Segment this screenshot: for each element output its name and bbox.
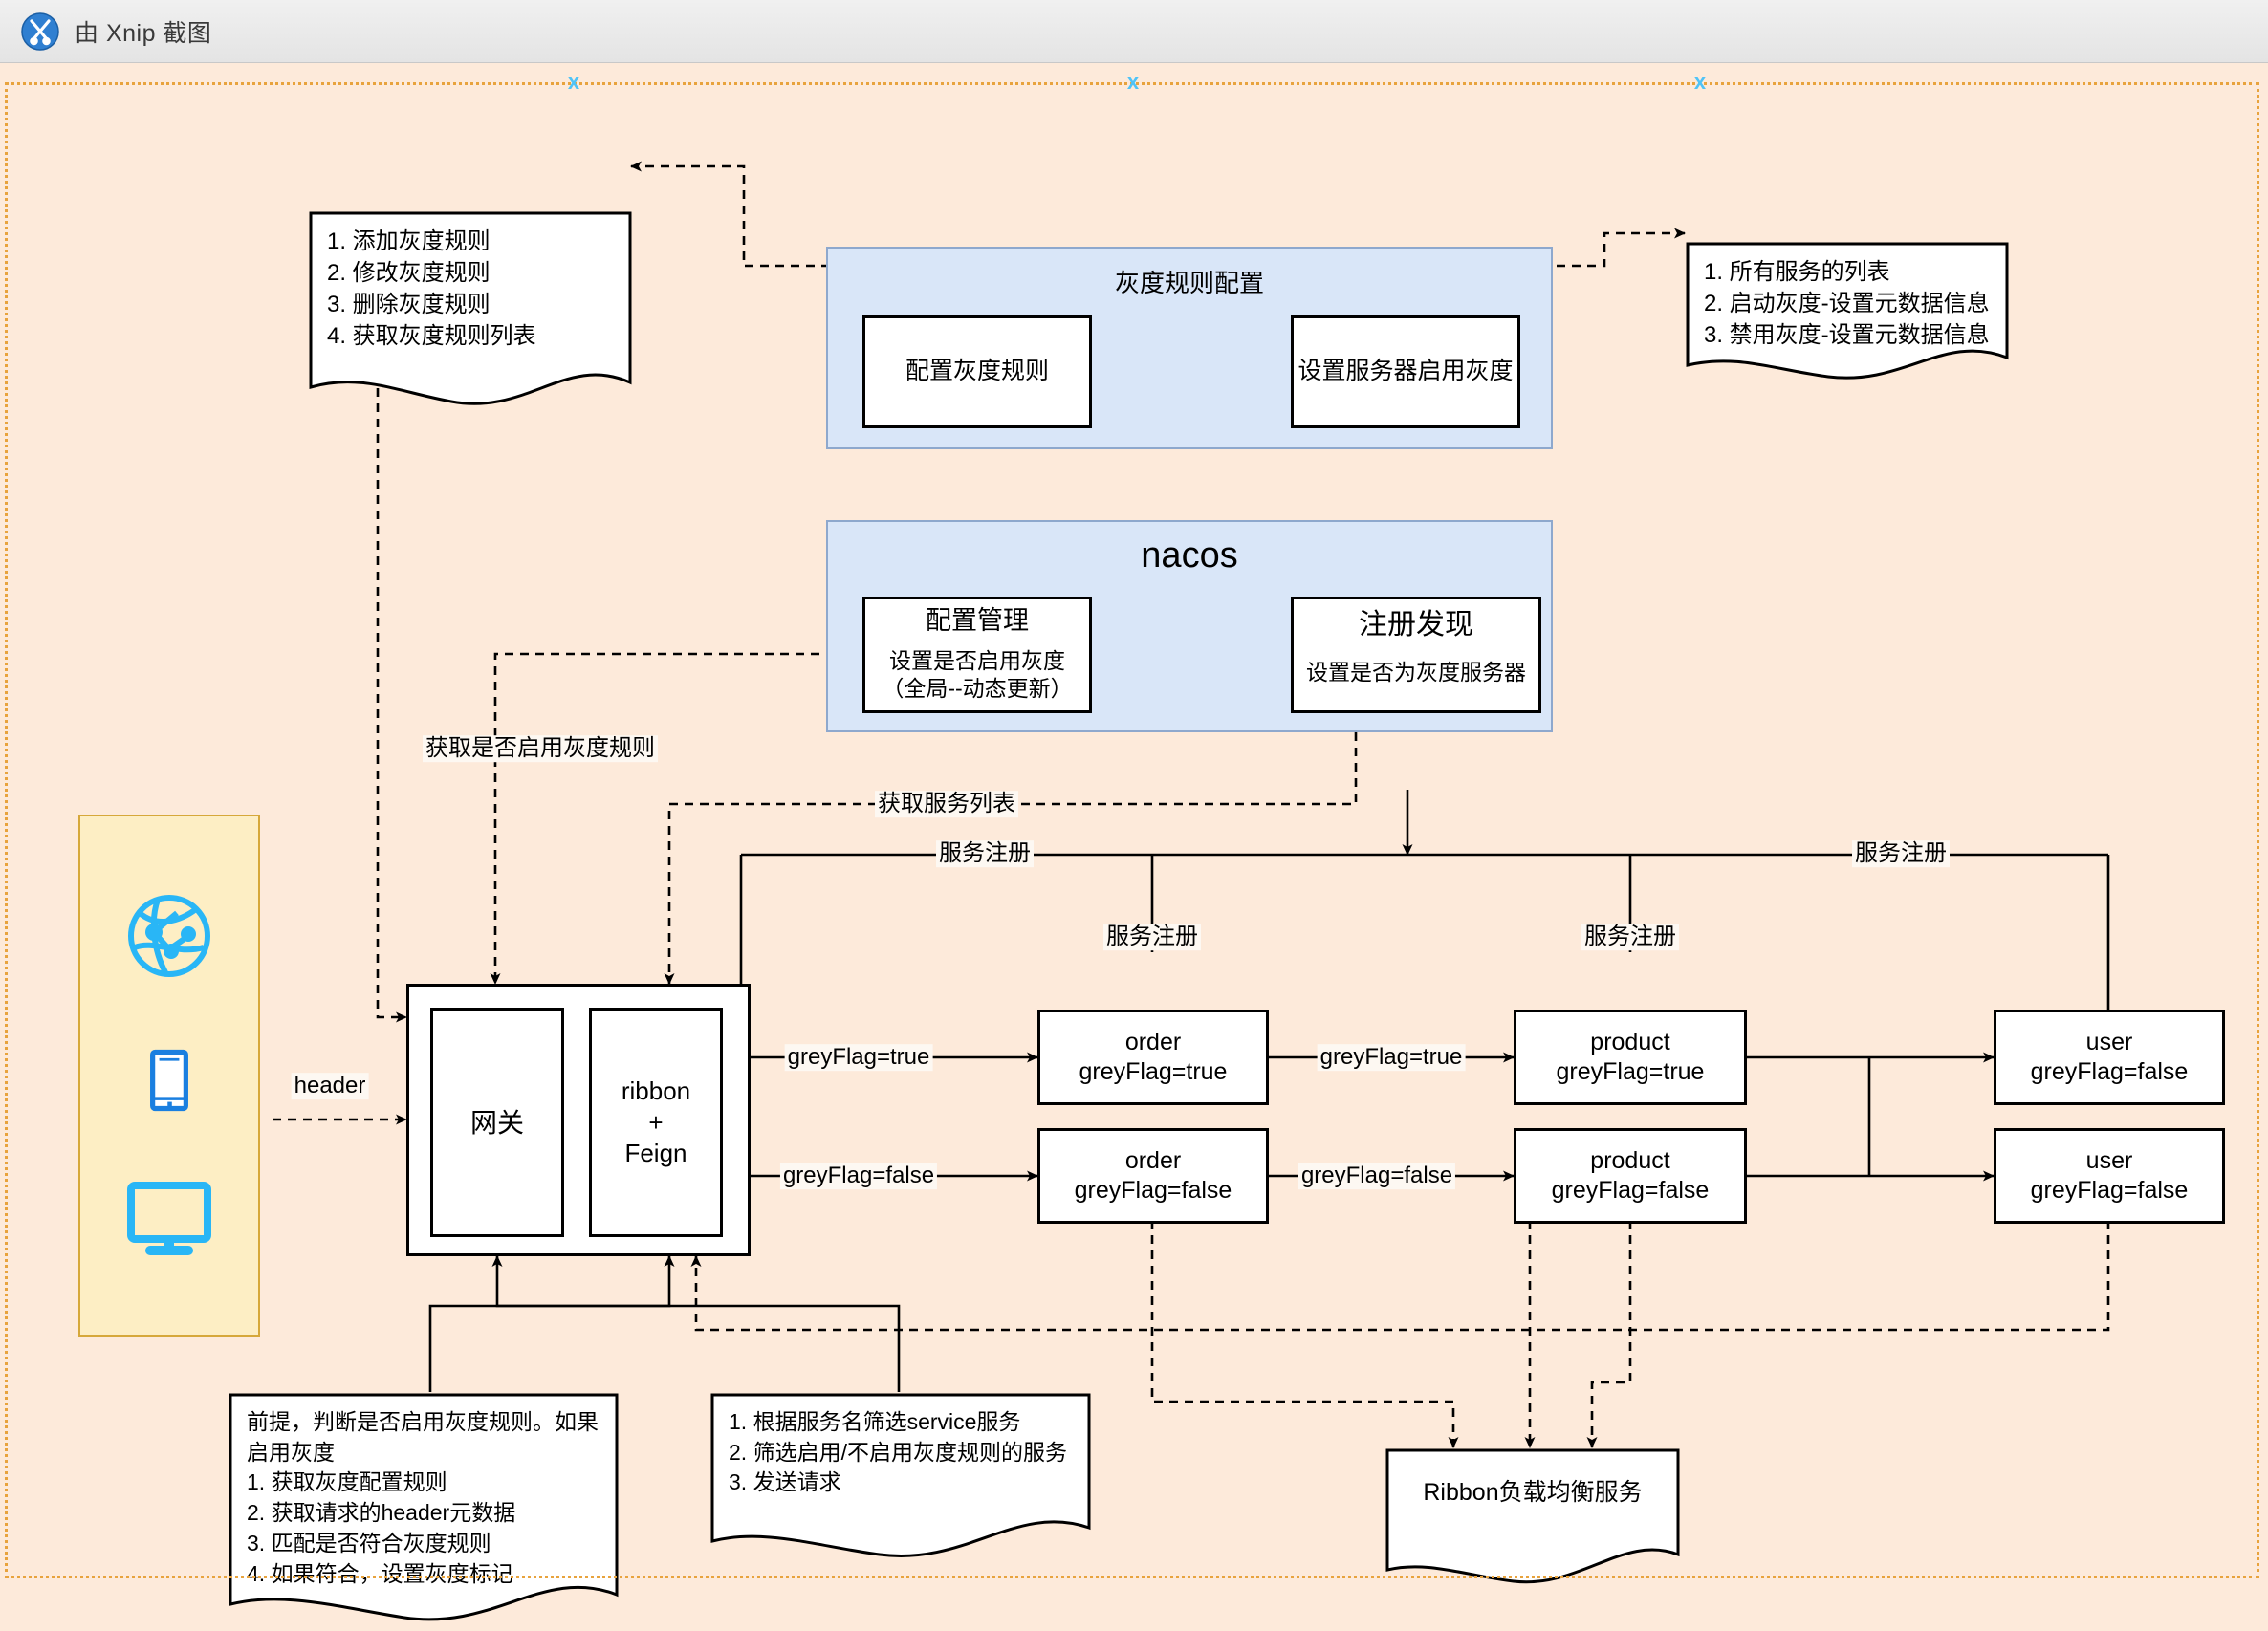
service-order-grey-name: order: [1124, 1028, 1182, 1055]
gateway-box[interactable]: 网关: [430, 1008, 564, 1237]
edge-label-grey-true-2: greyFlag=true: [1317, 1044, 1466, 1071]
edge-label-grey-true-1: greyFlag=true: [784, 1044, 933, 1071]
note-service-meta-ops: 1. 所有服务的列表 2. 启动灰度-设置元数据信息 3. 禁用灰度-设置元数据…: [1685, 241, 2010, 384]
note-ribbon-logic-text: 1. 根据服务名筛选service服务 2. 筛选启用/不启用灰度规则的服务 3…: [729, 1409, 1067, 1495]
note-gateway-logic: 前提，判断是否启用灰度规则。如果 启用灰度 1. 获取灰度配置规则 2. 获取请…: [228, 1392, 620, 1631]
gateway-container[interactable]: 网关 ribbon + Feign: [406, 984, 751, 1256]
client-devices-panel[interactable]: [78, 815, 260, 1337]
desktop-monitor-icon: [125, 1180, 213, 1261]
service-order-normal-flag: greyFlag=false: [1074, 1177, 1232, 1204]
service-product-normal-name: product: [1590, 1146, 1670, 1174]
edge-label-get-grey-enabled: 获取是否启用灰度规则: [423, 735, 658, 762]
note-service-meta-ops-text: 1. 所有服务的列表 2. 启动灰度-设置元数据信息 3. 禁用灰度-设置元数据…: [1704, 259, 1990, 349]
edge-label-get-service-list: 获取服务列表: [875, 791, 1018, 817]
note-ribbon-logic: 1. 根据服务名筛选service服务 2. 筛选启用/不启用灰度规则的服务 3…: [709, 1392, 1092, 1564]
service-product-normal[interactable]: product greyFlag=false: [1514, 1128, 1747, 1224]
box-config-management-sub: 设置是否启用灰度 （全局--动态更新）: [882, 647, 1073, 701]
service-order-normal-name: order: [1124, 1146, 1182, 1174]
service-product-grey-flag: greyFlag=true: [1556, 1058, 1705, 1085]
box-enable-server-grey[interactable]: 设置服务器启用灰度: [1291, 315, 1520, 428]
edge-label-register-4: 服务注册: [1852, 840, 1950, 867]
service-order-grey[interactable]: order greyFlag=true: [1037, 1010, 1269, 1105]
note-gateway-logic-text: 前提，判断是否启用灰度规则。如果 启用灰度 1. 获取灰度配置规则 2. 获取请…: [247, 1409, 599, 1586]
box-config-management[interactable]: 配置管理 设置是否启用灰度 （全局--动态更新）: [862, 597, 1092, 713]
box-registry-discovery[interactable]: 注册发现 设置是否为灰度服务器: [1291, 597, 1541, 713]
edge-label-grey-false-2: greyFlag=false: [1298, 1163, 1456, 1189]
mobile-phone-icon: [149, 1049, 189, 1117]
diagram-canvas[interactable]: note1 (dashed, leftwards) --> note2 (das…: [0, 63, 2268, 1621]
box-registry-discovery-sub: 设置是否为灰度服务器: [1306, 659, 1526, 685]
service-user-normal-name: user: [2085, 1146, 2133, 1174]
box-config-grey-rule[interactable]: 配置灰度规则: [862, 315, 1092, 428]
box-registry-discovery-title: 注册发现: [1359, 609, 1473, 641]
group-nacos[interactable]: nacos 配置管理 设置是否启用灰度 （全局--动态更新） 注册发现 设置是否…: [826, 520, 1553, 732]
box-config-management-title: 配置管理: [926, 606, 1029, 635]
window-title: 由 Xnip 截图: [75, 19, 212, 47]
group-nacos-title: nacos: [1141, 535, 1238, 576]
note-grey-rule-ops-text: 1. 添加灰度规则 2. 修改灰度规则 3. 删除灰度规则 4. 获取灰度规则列…: [327, 228, 536, 350]
edge-label-register-1: 服务注册: [936, 840, 1034, 867]
service-user-grey-flag: greyFlag=false: [2030, 1058, 2189, 1085]
note-grey-rule-ops: 1. 添加灰度规则 2. 修改灰度规则 3. 删除灰度规则 4. 获取灰度规则列…: [308, 210, 633, 411]
ribbon-feign-box[interactable]: ribbon + Feign: [589, 1008, 723, 1237]
edge-label-header: header: [291, 1073, 369, 1099]
group-grey-rule-config[interactable]: 灰度规则配置 配置灰度规则 设置服务器启用灰度: [826, 247, 1553, 449]
xnip-scissors-icon: [21, 11, 59, 51]
edge-label-grey-false-1: greyFlag=false: [779, 1163, 938, 1189]
service-order-grey-flag: greyFlag=true: [1079, 1058, 1228, 1085]
service-user-normal[interactable]: user greyFlag=false: [1994, 1128, 2225, 1224]
edge-label-register-2: 服务注册: [1103, 924, 1201, 950]
note-ribbon-load-balancer-text: Ribbon负载均衡服务: [1423, 1479, 1643, 1506]
edge-label-register-3: 服务注册: [1581, 924, 1679, 950]
service-product-grey[interactable]: product greyFlag=true: [1514, 1010, 1747, 1105]
service-user-grey[interactable]: user greyFlag=false: [1994, 1010, 2225, 1105]
note-ribbon-load-balancer: Ribbon负载均衡服务: [1385, 1447, 1681, 1593]
service-order-normal[interactable]: order greyFlag=false: [1037, 1128, 1269, 1224]
service-user-normal-flag: greyFlag=false: [2030, 1177, 2189, 1204]
globe-network-icon: [123, 890, 215, 987]
group-grey-rule-config-title: 灰度规则配置: [1114, 269, 1264, 297]
service-product-normal-flag: greyFlag=false: [1551, 1177, 1710, 1204]
service-product-grey-name: product: [1590, 1028, 1670, 1055]
window-title-bar: 由 Xnip 截图: [0, 0, 2268, 63]
service-user-grey-name: user: [2085, 1028, 2133, 1055]
